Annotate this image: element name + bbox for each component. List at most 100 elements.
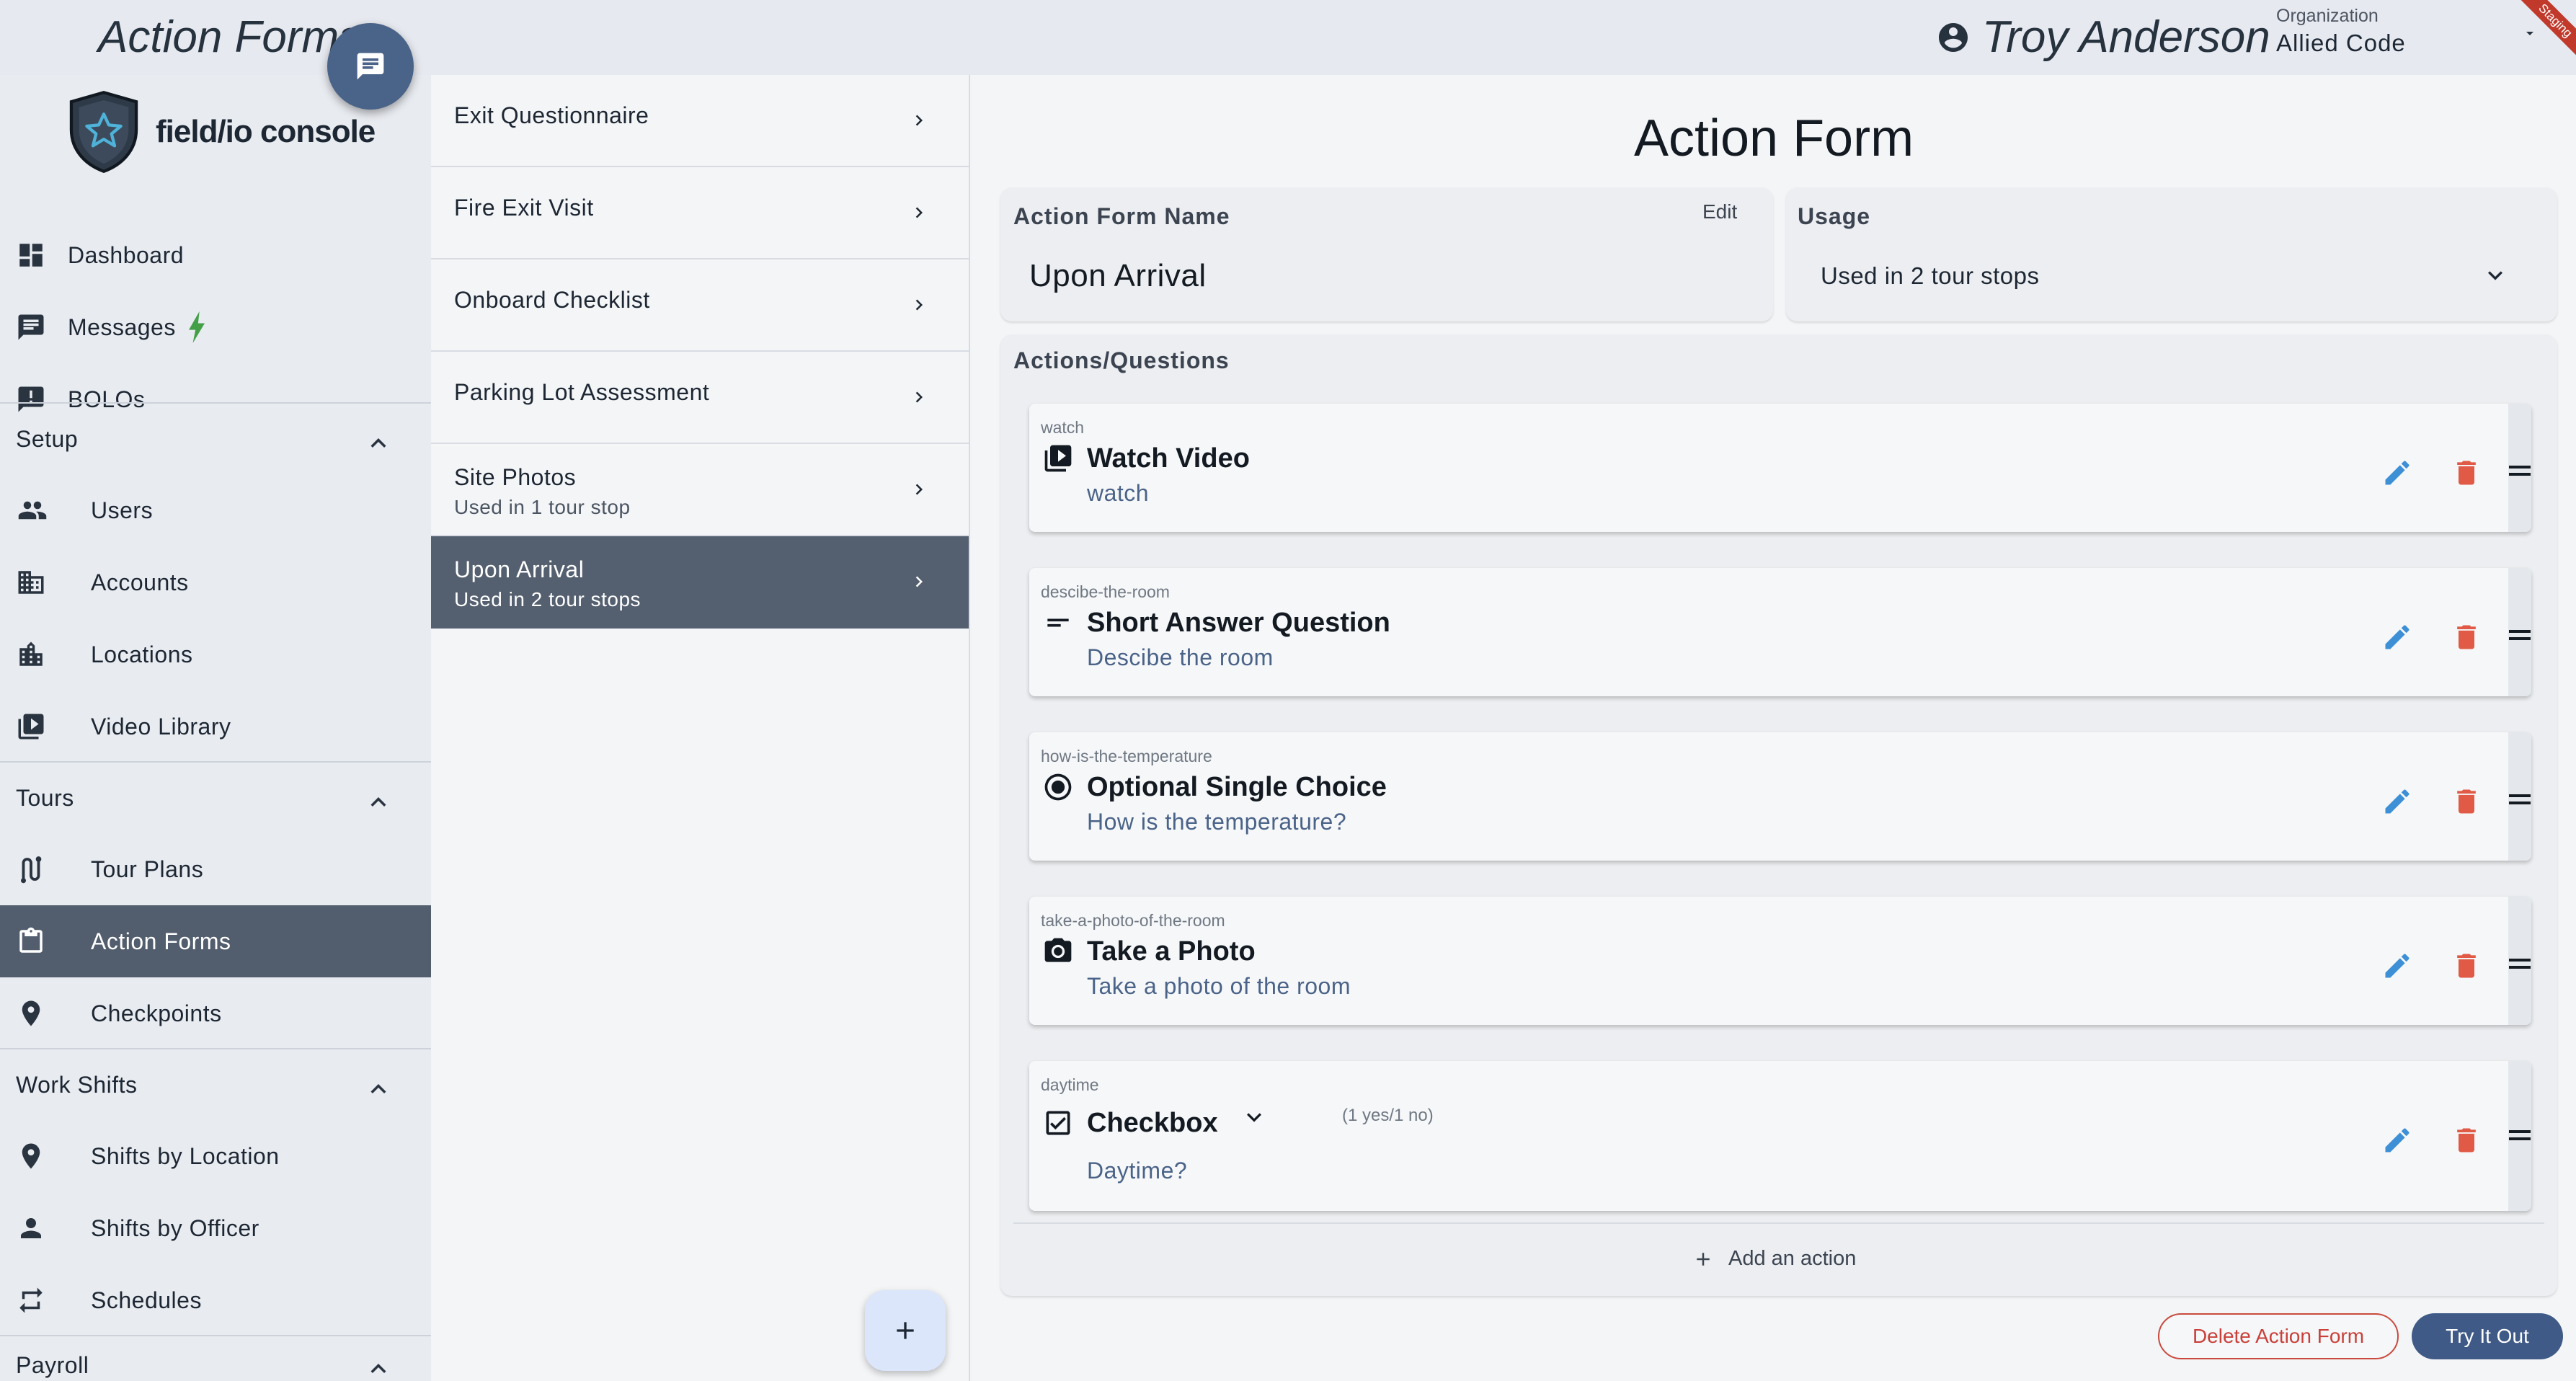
- sidebar-item-shifts-by-location[interactable]: Shifts by Location: [0, 1120, 431, 1192]
- chat-button[interactable]: [327, 23, 414, 110]
- edit-pencil-icon[interactable]: [2381, 786, 2413, 817]
- sidebar-item-label: Shifts by Location: [91, 1143, 280, 1169]
- sidebar-item-dashboard[interactable]: Dashboard: [0, 219, 431, 291]
- list-item-title: Upon Arrival: [454, 556, 585, 582]
- action-form-name-value: Upon Arrival: [1029, 258, 1207, 293]
- sidebar-item-label: Users: [91, 497, 154, 523]
- chevron-right-icon: [908, 386, 930, 408]
- usage-label: Usage: [1798, 203, 1871, 229]
- action-form-name-card: Action Form Name Edit Upon Arrival: [1000, 187, 1773, 321]
- sidebar-item-label: Video Library: [91, 714, 231, 740]
- action-item-temperature[interactable]: how-is-the-temperature Optional Single C…: [1029, 732, 2531, 861]
- usage-dropdown[interactable]: Used in 2 tour stops: [1821, 262, 2040, 290]
- delete-trash-icon[interactable]: [2451, 1124, 2482, 1156]
- list-item-title: Parking Lot Assessment: [454, 379, 710, 405]
- action-form-list: Exit Questionnaire Fire Exit Visit Onboa…: [431, 75, 970, 1381]
- sidebar-item-video-library[interactable]: Video Library: [0, 690, 431, 763]
- checkbox-icon: [1042, 1107, 1074, 1139]
- sidebar-item-locations[interactable]: Locations: [0, 618, 431, 690]
- drag-handle[interactable]: [2508, 1061, 2531, 1211]
- sidebar-item-shifts-by-officer[interactable]: Shifts by Officer: [0, 1192, 431, 1264]
- sidebar: field/io console Dashboard Messages BOLO…: [0, 75, 431, 1381]
- page-title: Action Form: [1633, 110, 1914, 167]
- action-description: Daytime?: [1087, 1158, 1188, 1184]
- delete-trash-icon[interactable]: [2451, 950, 2482, 982]
- list-item[interactable]: Fire Exit Visit: [431, 167, 969, 259]
- list-item[interactable]: Site Photos Used in 1 tour stop: [431, 444, 969, 536]
- user-menu[interactable]: Troy Anderson: [1936, 10, 2270, 65]
- action-description: Descibe the room: [1087, 644, 1274, 670]
- action-item-watch[interactable]: watch Watch Video watch: [1029, 404, 2531, 532]
- action-description: watch: [1087, 480, 1150, 506]
- drag-handle[interactable]: [2508, 404, 2531, 532]
- chevron-up-icon: [363, 787, 394, 817]
- sidebar-item-checkpoints[interactable]: Checkpoints: [0, 977, 431, 1049]
- chevron-right-icon: [908, 110, 930, 131]
- sidebar-section-tours[interactable]: Tours: [0, 761, 431, 833]
- add-action-button[interactable]: Add an action: [1692, 1247, 1856, 1271]
- chevron-up-icon: [363, 1354, 394, 1381]
- bolt-icon: [187, 311, 206, 343]
- sidebar-item-messages[interactable]: Messages: [0, 291, 431, 363]
- sidebar-section-setup[interactable]: Setup: [0, 402, 431, 474]
- add-action-form-button[interactable]: [865, 1290, 946, 1371]
- organization-label: Organization: [2276, 6, 2379, 26]
- list-item-selected[interactable]: Upon Arrival Used in 2 tour stops: [431, 536, 969, 629]
- action-slug: watch: [1041, 418, 1085, 437]
- delete-trash-icon[interactable]: [2451, 621, 2482, 653]
- users-icon: [16, 495, 49, 525]
- drag-handle[interactable]: [2508, 897, 2531, 1025]
- video-icon: [1042, 443, 1074, 474]
- chevron-right-icon: [908, 571, 930, 592]
- sidebar-item-tour-plans[interactable]: Tour Plans: [0, 833, 431, 905]
- list-item[interactable]: Parking Lot Assessment: [431, 352, 969, 444]
- delete-action-form-button[interactable]: Delete Action Form: [2158, 1313, 2399, 1359]
- delete-trash-icon[interactable]: [2451, 457, 2482, 489]
- organization-selector[interactable]: Organization Allied Code: [2276, 4, 2406, 59]
- environment-badge: Staging: [2500, 0, 2576, 76]
- list-item[interactable]: Onboard Checklist: [431, 259, 969, 352]
- actions-section-label: Actions/Questions: [1013, 347, 1230, 373]
- answer-count: (1 yes/1 no): [1342, 1106, 1434, 1125]
- sidebar-section-payroll[interactable]: Payroll: [0, 1335, 431, 1381]
- sidebar-item-schedules[interactable]: Schedules: [0, 1264, 431, 1336]
- app-title: Action Forms: [98, 12, 362, 62]
- pin-icon: [16, 1141, 46, 1171]
- edit-name-button[interactable]: Edit: [1702, 200, 1737, 223]
- action-item-daytime[interactable]: daytime Checkbox (1 yes/1 no) Daytime?: [1029, 1061, 2531, 1211]
- sidebar-item-label: Shifts by Officer: [91, 1215, 259, 1241]
- edit-pencil-icon[interactable]: [2381, 621, 2413, 653]
- sidebar-item-label: Locations: [91, 641, 193, 667]
- action-form-name-label: Action Form Name: [1013, 203, 1230, 229]
- edit-pencil-icon[interactable]: [2381, 1124, 2413, 1156]
- edit-pencil-icon[interactable]: [2381, 950, 2413, 982]
- action-item-take-a-photo[interactable]: take-a-photo-of-the-room Take a Photo Ta…: [1029, 897, 2531, 1025]
- list-item[interactable]: Exit Questionnaire: [431, 75, 969, 167]
- try-it-out-button[interactable]: Try It Out: [2412, 1313, 2563, 1359]
- sidebar-item-users[interactable]: Users: [0, 474, 431, 546]
- action-description: How is the temperature?: [1087, 809, 1347, 835]
- brand[interactable]: field/io console: [65, 89, 376, 174]
- action-description: Take a photo of the room: [1087, 973, 1351, 999]
- city-icon: [16, 639, 46, 670]
- environment-ribbon: Staging: [2497, 0, 2576, 79]
- sidebar-item-action-forms[interactable]: Action Forms: [0, 905, 431, 977]
- route-icon: [16, 854, 46, 884]
- sidebar-item-accounts[interactable]: Accounts: [0, 546, 431, 618]
- edit-pencil-icon[interactable]: [2381, 457, 2413, 489]
- sidebar-section-work-shifts[interactable]: Work Shifts: [0, 1048, 431, 1120]
- list-item-title: Fire Exit Visit: [454, 195, 594, 221]
- chevron-right-icon: [908, 479, 930, 500]
- chevron-down-icon[interactable]: [1240, 1103, 1269, 1132]
- repeat-icon: [16, 1285, 46, 1315]
- delete-trash-icon[interactable]: [2451, 786, 2482, 817]
- drag-handle[interactable]: [2508, 568, 2531, 696]
- action-slug: descibe-the-room: [1041, 582, 1170, 601]
- chevron-right-icon: [908, 202, 930, 223]
- chevron-down-icon[interactable]: [2481, 261, 2510, 290]
- drag-handle[interactable]: [2508, 732, 2531, 861]
- action-title: Take a Photo: [1087, 936, 1256, 967]
- action-item-describe-the-room[interactable]: descibe-the-room Short Answer Question D…: [1029, 568, 2531, 696]
- divider: [1013, 1222, 2544, 1224]
- chat-icon: [355, 50, 386, 82]
